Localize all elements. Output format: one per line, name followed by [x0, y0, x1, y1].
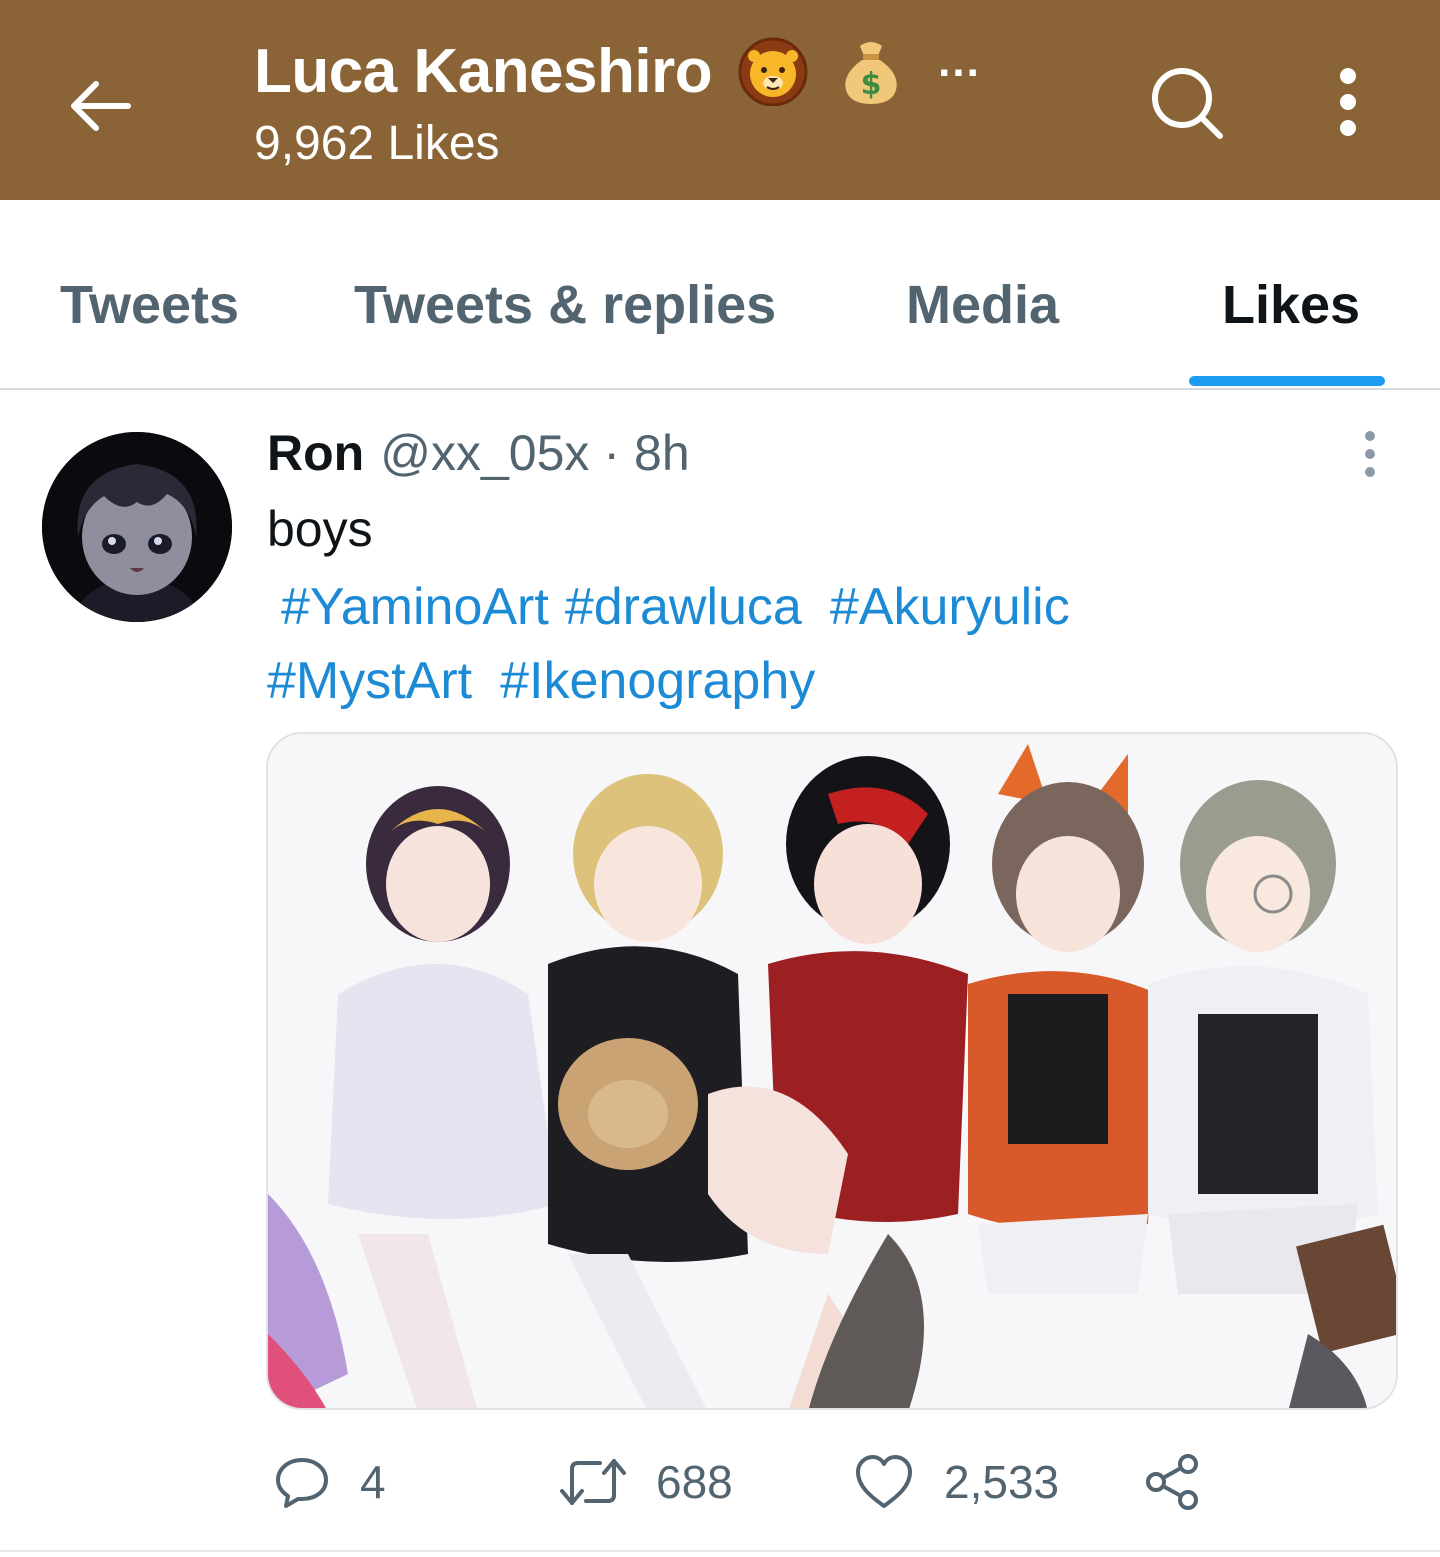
tweet-header: Ron @xx_05x · 8h	[267, 424, 690, 482]
header-separator: ·	[603, 425, 621, 481]
tweet-text: boys	[267, 501, 373, 557]
reply-button[interactable]: 4	[274, 1440, 386, 1524]
retweet-count: 688	[656, 1456, 733, 1508]
author-handle[interactable]: @xx_05x	[380, 424, 589, 482]
title-truncation: ...	[938, 37, 981, 86]
more-vertical-icon	[1365, 431, 1375, 477]
tab-tweets[interactable]: Tweets	[60, 274, 239, 336]
back-button[interactable]	[56, 62, 144, 150]
tweet-timestamp[interactable]: 8h	[634, 424, 690, 482]
tab-tweets-replies[interactable]: Tweets & replies	[354, 274, 776, 336]
more-vertical-icon	[1340, 68, 1356, 136]
author-name[interactable]: Ron	[267, 424, 364, 482]
profile-tabs: Tweets Tweets & replies Media Likes	[0, 200, 1440, 390]
lion-face-emoji-icon	[738, 37, 808, 106]
hashtag-link[interactable]: #MystArt	[267, 652, 472, 710]
share-icon	[1146, 1454, 1198, 1510]
header-title-block: Luca Kaneshiro $ ... 9,962 Likes	[254, 30, 981, 171]
hashtag-link[interactable]: #YaminoArt	[281, 578, 549, 636]
retweet-button[interactable]: 688	[560, 1440, 733, 1524]
hashtag-link[interactable]: #Akuryulic	[830, 578, 1070, 636]
tab-likes[interactable]: Likes	[1222, 274, 1360, 336]
tweet-divider	[0, 1550, 1440, 1552]
svg-text:$: $	[861, 67, 882, 102]
heart-icon	[856, 1455, 912, 1508]
money-bag-emoji-icon: $	[845, 42, 897, 104]
active-tab-indicator	[1189, 376, 1385, 386]
tweet-media-image[interactable]	[266, 732, 1398, 1410]
illustration-image	[268, 734, 1396, 1408]
share-button[interactable]	[1144, 1440, 1202, 1524]
reply-count: 4	[360, 1456, 386, 1508]
tweet-actions: 4 688 2,533	[0, 1440, 1440, 1530]
more-options-button[interactable]	[1316, 60, 1380, 144]
tweet-more-button[interactable]	[1346, 426, 1394, 482]
likes-count: 9,962 Likes	[254, 117, 500, 170]
retweet-icon	[560, 1459, 626, 1505]
hashtag-link[interactable]: #Ikenography	[500, 652, 815, 710]
search-button[interactable]	[1146, 62, 1230, 146]
like-count: 2,533	[944, 1456, 1060, 1508]
tab-media[interactable]: Media	[906, 274, 1059, 336]
avatar[interactable]	[42, 432, 232, 622]
tweet-hashtags: #YaminoArt #drawluca #Akuryulic #MystArt #I…	[267, 570, 1367, 718]
avatar-image	[42, 432, 232, 622]
profile-header: Luca Kaneshiro $ ... 9,962 Likes	[0, 0, 1440, 200]
like-button[interactable]: 2,533	[854, 1440, 1059, 1524]
search-icon	[1152, 68, 1223, 139]
back-arrow-icon	[71, 81, 131, 131]
hashtag-link[interactable]: #drawluca	[565, 578, 802, 636]
profile-name: Luca Kaneshiro	[254, 36, 713, 106]
reply-icon	[276, 1458, 328, 1508]
